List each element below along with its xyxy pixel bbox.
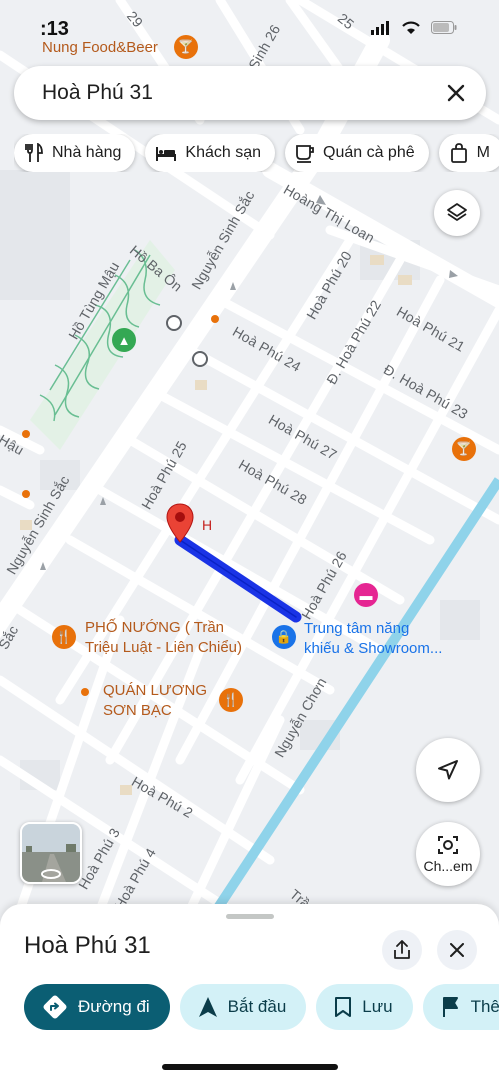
search-bar[interactable]: Hoà Phú 31 bbox=[14, 66, 486, 120]
place-bottom-sheet[interactable]: Hoà Phú 31 Đường đi Bắt đầu Lưu Thê bbox=[0, 904, 499, 1080]
flag-icon bbox=[442, 997, 458, 1017]
chip-restaurants[interactable]: Nhà hàng bbox=[14, 134, 136, 172]
home-indicator[interactable] bbox=[162, 1064, 338, 1070]
place-title: Hoà Phú 31 bbox=[24, 932, 151, 959]
poi-dot[interactable] bbox=[211, 315, 219, 323]
close-sheet-button[interactable] bbox=[437, 930, 477, 970]
save-button[interactable]: Lưu bbox=[316, 984, 413, 1030]
close-icon bbox=[450, 943, 464, 957]
poi-quan-luong-line2: SƠN BẠC bbox=[103, 702, 172, 719]
chip-cafes[interactable]: Quán cà phê bbox=[285, 134, 429, 172]
start-label: Bắt đầu bbox=[227, 997, 287, 1016]
status-bar: :13 bbox=[0, 14, 499, 44]
navigation-arrow-icon bbox=[438, 760, 458, 780]
action-buttons: Đường đi Bắt đầu Lưu Thê bbox=[24, 984, 499, 1030]
poi-quan-luong[interactable]: QUÁN LƯƠNG SƠN BẠC bbox=[103, 681, 207, 721]
save-label: Lưu bbox=[362, 997, 393, 1016]
drag-handle[interactable] bbox=[226, 914, 274, 919]
bed-icon bbox=[156, 147, 177, 161]
location-pin-icon[interactable] bbox=[166, 503, 194, 543]
layers-button[interactable] bbox=[434, 190, 480, 236]
layers-icon bbox=[447, 203, 467, 221]
poi-pho-nuong-line1: PHỐ NƯỚNG ( Trần bbox=[85, 619, 225, 636]
restaurant-icon[interactable]: 🍴 bbox=[219, 688, 243, 712]
pin-label: H bbox=[202, 517, 213, 533]
poi-trung-tam-line2: khiếu & Showroom... bbox=[304, 640, 443, 657]
my-location-button[interactable] bbox=[416, 738, 480, 802]
fork-knife-icon bbox=[25, 143, 43, 162]
lock-icon[interactable]: 🔒 bbox=[272, 625, 296, 649]
restaurant-icon[interactable]: 🍴 bbox=[52, 625, 76, 649]
poi-quan-luong-line1: QUÁN LƯƠNG bbox=[103, 682, 208, 699]
camera-lens-icon bbox=[438, 836, 458, 854]
bar-icon[interactable]: 🍸 bbox=[452, 437, 476, 461]
hotel-icon[interactable]: ▬ bbox=[354, 583, 378, 607]
poi-trung-tam-line1: Trung tâm năng bbox=[304, 620, 410, 637]
share-icon bbox=[394, 940, 410, 959]
directions-button[interactable]: Đường đi bbox=[24, 984, 170, 1030]
poi-pho-nuong-line2: Triệu Luật - Liên Chiểu) bbox=[85, 639, 243, 656]
chip-hotels[interactable]: Khách sạn bbox=[145, 134, 275, 172]
search-query[interactable]: Hoà Phú 31 bbox=[42, 81, 436, 105]
chip-label: M bbox=[476, 144, 490, 161]
chip-label: Quán cà phê bbox=[323, 144, 415, 161]
directions-label: Đường đi bbox=[78, 997, 150, 1016]
signal-icon bbox=[371, 20, 389, 35]
bookmark-icon bbox=[335, 997, 352, 1017]
close-icon[interactable] bbox=[436, 73, 476, 113]
status-icons bbox=[371, 20, 457, 35]
lens-button[interactable]: Ch...em bbox=[416, 822, 480, 886]
chip-shopping[interactable]: M bbox=[438, 134, 499, 172]
lens-label: Ch...em bbox=[423, 858, 473, 874]
category-chips: Nhà hàng Khách sạn Quán cà phê M bbox=[14, 134, 499, 172]
poi-dot[interactable] bbox=[81, 688, 89, 696]
wifi-icon bbox=[402, 21, 420, 34]
navigation-arrow-icon bbox=[198, 997, 217, 1017]
poi-dot[interactable] bbox=[22, 490, 30, 498]
poi-pho-nuong[interactable]: PHỐ NƯỚNG ( Trần Triệu Luật - Liên Chiểu… bbox=[85, 618, 242, 658]
rotate-360-icon bbox=[41, 869, 61, 879]
chip-label: Khách sạn bbox=[185, 144, 261, 161]
coffee-cup-icon bbox=[296, 145, 314, 163]
share-button[interactable] bbox=[382, 930, 422, 970]
poi-trung-tam[interactable]: Trung tâm năng khiếu & Showroom... bbox=[304, 619, 442, 659]
add-label-button[interactable]: Thê bbox=[422, 984, 499, 1030]
directions-icon bbox=[43, 995, 67, 1019]
street-view-thumbnail[interactable] bbox=[20, 822, 82, 884]
status-time: :13 bbox=[40, 18, 69, 40]
start-button[interactable]: Bắt đầu bbox=[179, 984, 307, 1030]
shopping-bag-icon bbox=[450, 143, 467, 163]
chip-label: Nhà hàng bbox=[52, 144, 122, 161]
add-label-label: Thê bbox=[470, 997, 499, 1016]
poi-dot[interactable] bbox=[22, 430, 30, 438]
battery-icon bbox=[431, 21, 457, 34]
park-tree-icon[interactable]: ▲ bbox=[112, 328, 136, 352]
